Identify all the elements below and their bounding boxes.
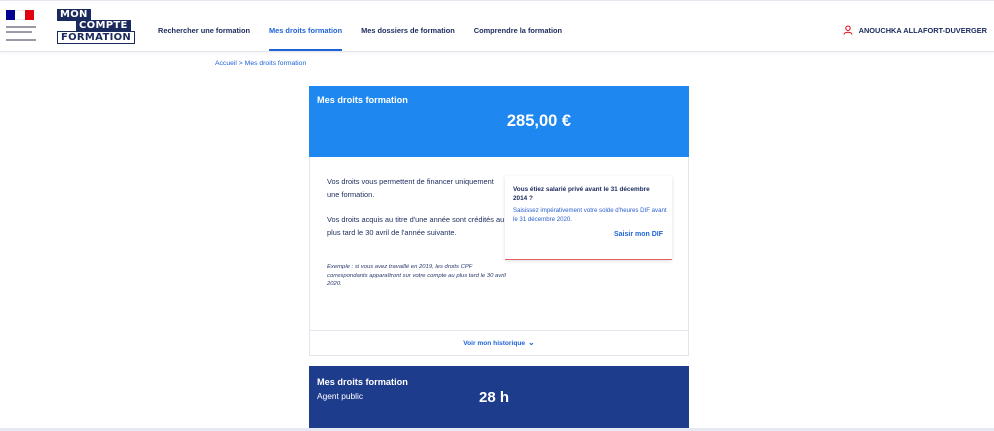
- history-toggle[interactable]: Voir mon historique ⌄: [310, 330, 688, 355]
- chevron-down-icon: ⌄: [528, 338, 535, 347]
- droits-card-title: Mes droits formation: [317, 95, 408, 105]
- nav-comprendre-formation[interactable]: Comprendre la formation: [474, 26, 562, 35]
- agent-public-card: Mes droits formation Agent public 28 h: [309, 366, 689, 431]
- droits-amount: 285,00 €: [506, 112, 572, 130]
- agent-public-card-title: Mes droits formation: [317, 377, 408, 387]
- main-navigation: Rechercher une formation Mes droits form…: [158, 26, 581, 51]
- nav-mes-dossiers-formation[interactable]: Mes dossiers de formation: [361, 26, 455, 35]
- droits-example-text: Exemple : si vous avez travaillé en 2019…: [327, 264, 506, 288]
- dif-description: Saisissez impérativement votre solde d'h…: [513, 207, 667, 223]
- agent-public-hours: 28 h: [479, 389, 510, 406]
- dif-panel: Vous étiez salarié privé avant le 31 déc…: [505, 176, 672, 260]
- dif-question: Vous étiez salarié privé avant le 31 déc…: [513, 186, 650, 203]
- republique-francaise-logo: [6, 10, 46, 44]
- mon-compte-formation-logo[interactable]: MON COMPTE FORMATION: [55, 9, 136, 45]
- user-icon: [843, 25, 853, 35]
- french-flag-icon: [6, 10, 34, 20]
- droits-info-paragraph-1: Vos droits vous permettent de financer u…: [327, 177, 494, 199]
- agent-public-label: Agent public: [317, 391, 364, 401]
- droits-card-header: Mes droits formation 285,00 €: [309, 86, 689, 157]
- droits-card-body: Vos droits vous permettent de financer u…: [309, 157, 689, 356]
- saisir-dif-button[interactable]: Saisir mon DIF: [614, 231, 663, 238]
- site-header: MON COMPTE FORMATION Rechercher une form…: [0, 4, 994, 52]
- user-name: ANOUCHKA ALLAFORT-DUVERGER: [858, 25, 987, 35]
- nav-rechercher-formation[interactable]: Rechercher une formation: [158, 26, 250, 35]
- history-link-label: Voir mon historique: [463, 340, 526, 347]
- droits-info-paragraph-2: Vos droits acquis au titre d'une année s…: [327, 215, 505, 237]
- breadcrumb[interactable]: Accueil > Mes droits formation: [215, 60, 306, 67]
- logo-line-3: FORMATION: [57, 31, 136, 44]
- nav-mes-droits-formation[interactable]: Mes droits formation: [269, 26, 343, 51]
- user-menu[interactable]: ANOUCHKA ALLAFORT-DUVERGER: [843, 25, 987, 35]
